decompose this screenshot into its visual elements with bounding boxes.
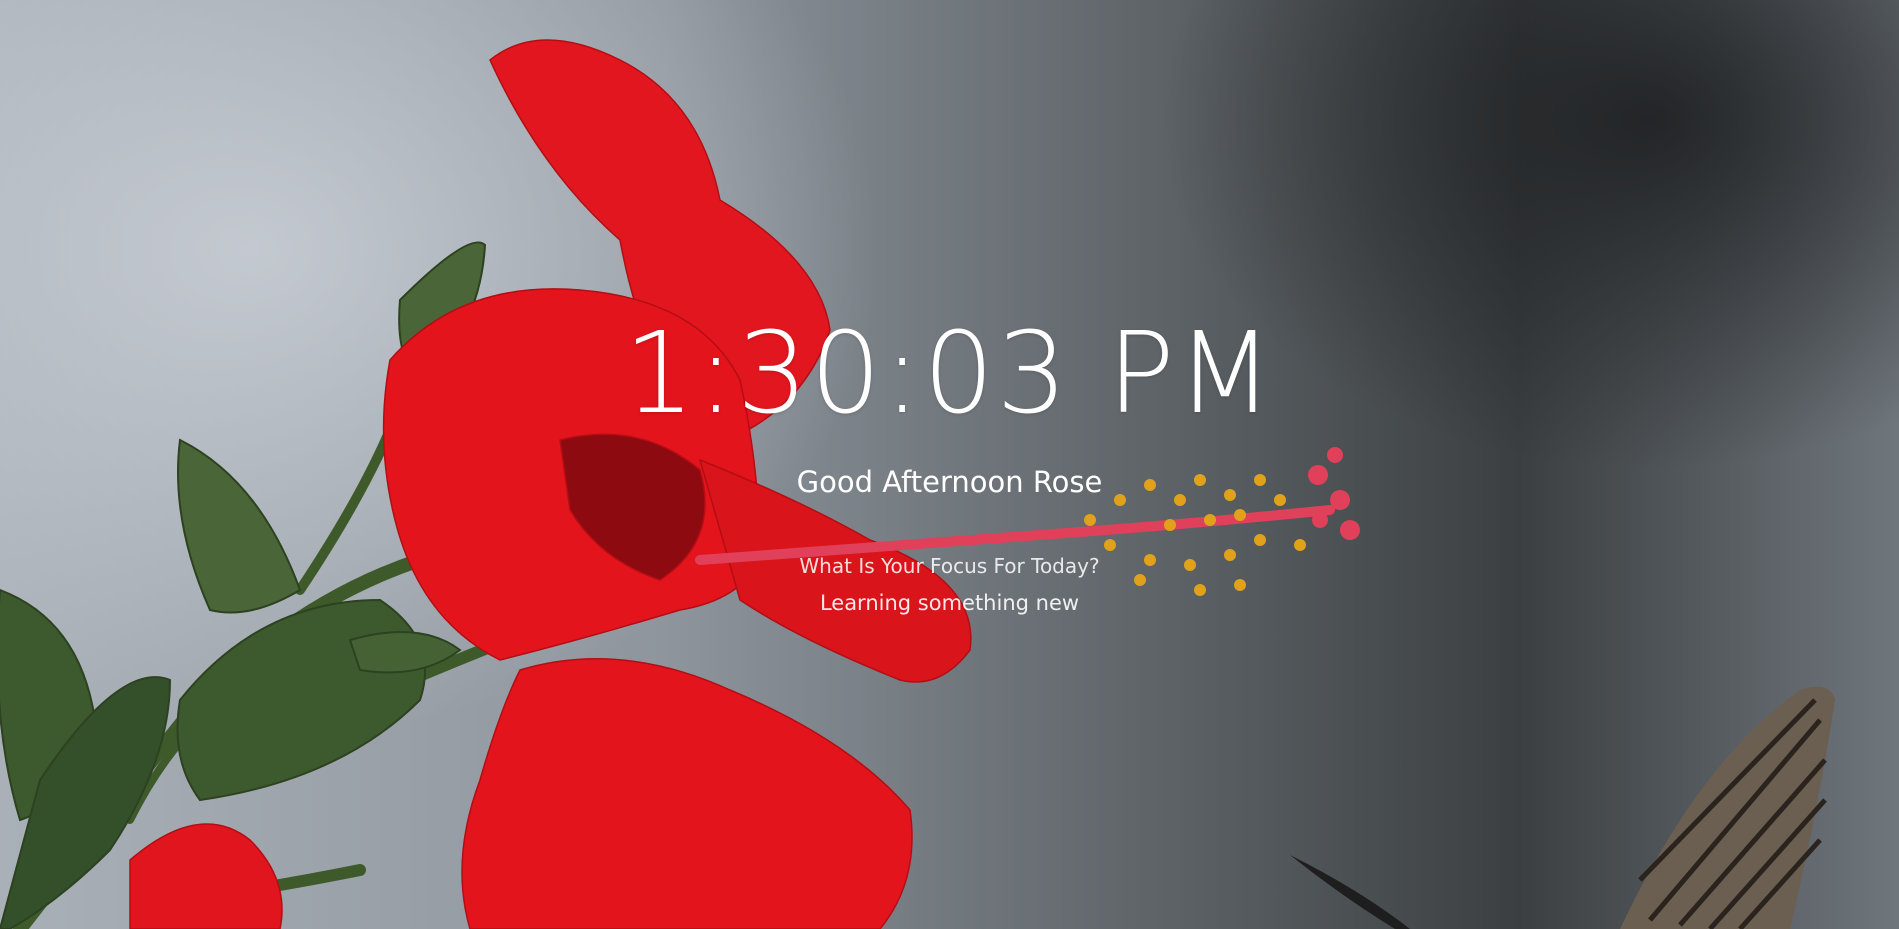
focus-question: What Is Your Focus For Today? bbox=[799, 554, 1100, 578]
center-content: 1:30:03 PM Good Afternoon Rose What Is Y… bbox=[0, 0, 1899, 929]
clock-time: 1:30:03 PM bbox=[623, 309, 1276, 439]
greeting-text: Good Afternoon Rose bbox=[796, 465, 1103, 499]
focus-answer[interactable]: Learning something new bbox=[0, 591, 1899, 615]
momentum-dashboard: 1:30:03 PM Good Afternoon Rose What Is Y… bbox=[0, 0, 1899, 929]
